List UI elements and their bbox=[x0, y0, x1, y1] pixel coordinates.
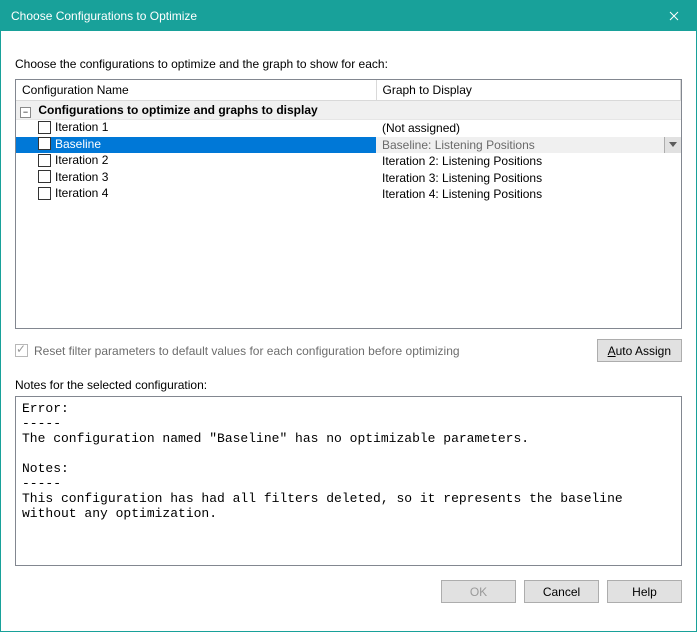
table-row[interactable]: Iteration 2 Iteration 2: Listening Posit… bbox=[16, 153, 681, 170]
graph-cell[interactable]: (Not assigned) bbox=[376, 120, 681, 137]
row-label: Iteration 4 bbox=[55, 186, 108, 200]
row-checkbox[interactable] bbox=[38, 154, 51, 167]
col-header-graph[interactable]: Graph to Display bbox=[376, 80, 681, 101]
table-row[interactable]: Iteration 4 Iteration 4: Listening Posit… bbox=[16, 186, 681, 203]
reset-checkbox-wrap: Reset filter parameters to default value… bbox=[15, 344, 460, 358]
reset-checkbox-label: Reset filter parameters to default value… bbox=[34, 344, 460, 358]
graph-cell[interactable]: Iteration 2: Listening Positions bbox=[376, 153, 681, 170]
auto-assign-button[interactable]: Auto Assign bbox=[597, 339, 682, 362]
graph-cell[interactable]: Iteration 4: Listening Positions bbox=[376, 186, 681, 203]
row-label: Baseline bbox=[55, 137, 101, 151]
ok-button: OK bbox=[441, 580, 516, 603]
cancel-button[interactable]: Cancel bbox=[524, 580, 599, 603]
instruction-text: Choose the configurations to optimize an… bbox=[15, 57, 682, 71]
chevron-down-icon[interactable] bbox=[664, 137, 681, 154]
table-row[interactable]: Baseline Baseline: Listening Positions bbox=[16, 137, 681, 154]
table-row[interactable]: Iteration 3 Iteration 3: Listening Posit… bbox=[16, 170, 681, 187]
table-row[interactable]: Iteration 1 (Not assigned) bbox=[16, 120, 681, 137]
graph-cell[interactable]: Baseline: Listening Positions bbox=[376, 137, 681, 154]
help-button[interactable]: Help bbox=[607, 580, 682, 603]
row-checkbox[interactable] bbox=[38, 187, 51, 200]
notes-textarea[interactable]: Error: ----- The configuration named "Ba… bbox=[15, 396, 682, 566]
row-checkbox[interactable] bbox=[38, 170, 51, 183]
row-label: Iteration 2 bbox=[55, 153, 108, 167]
config-grid: Configuration Name Graph to Display − Co… bbox=[15, 79, 682, 329]
row-label: Iteration 3 bbox=[55, 170, 108, 184]
row-label: Iteration 1 bbox=[55, 120, 108, 134]
graph-cell[interactable]: Iteration 3: Listening Positions bbox=[376, 170, 681, 187]
close-button[interactable] bbox=[651, 1, 696, 31]
col-header-name[interactable]: Configuration Name bbox=[16, 80, 376, 101]
section-header: Configurations to optimize and graphs to… bbox=[38, 103, 317, 117]
row-checkbox[interactable] bbox=[38, 137, 51, 150]
titlebar: Choose Configurations to Optimize bbox=[1, 1, 696, 31]
window-title: Choose Configurations to Optimize bbox=[11, 9, 197, 23]
notes-label: Notes for the selected configuration: bbox=[15, 378, 682, 392]
collapse-toggle-icon[interactable]: − bbox=[20, 107, 31, 118]
reset-checkbox bbox=[15, 344, 28, 357]
row-checkbox[interactable] bbox=[38, 121, 51, 134]
